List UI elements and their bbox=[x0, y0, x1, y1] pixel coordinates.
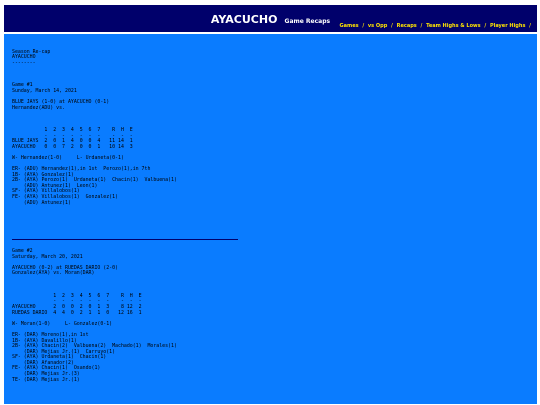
team-name: AYACUCHO bbox=[210, 13, 278, 26]
recap-text-game-2: Game #2 Saturday, March 20, 2021 AYACUCH… bbox=[12, 248, 177, 383]
nav-separator: / bbox=[420, 23, 423, 29]
nav-link-team-highs-lows[interactable]: Team Highs & Lows bbox=[426, 23, 481, 29]
nav-separator: / bbox=[391, 23, 393, 29]
nav-separator: / bbox=[529, 23, 531, 29]
nav-link-player-highs[interactable]: Player Highs bbox=[490, 23, 525, 29]
recap-text-game-1: Season Re-cap AYACUCHO -------- Game #1 … bbox=[12, 48, 177, 206]
page-name: Game Recaps bbox=[284, 18, 331, 25]
nav-separator: / bbox=[362, 23, 365, 29]
nav-separator: / bbox=[484, 23, 487, 29]
game-divider bbox=[12, 239, 238, 240]
nav-links: Games / vs Opp / Recaps / Team Highs & L… bbox=[340, 23, 534, 29]
recap-content[interactable]: Season Re-cap AYACUCHO -------- Game #1 … bbox=[4, 34, 537, 404]
header-bar: AYACUCHO Game Recaps Games / vs Opp / Re… bbox=[4, 5, 537, 32]
nav-link-games[interactable]: Games bbox=[340, 23, 359, 29]
nav-link-vs-opp[interactable]: vs Opp bbox=[368, 23, 387, 29]
page-frame: AYACUCHO Game Recaps Games / vs Opp / Re… bbox=[1, 1, 539, 404]
nav-link-recaps[interactable]: Recaps bbox=[397, 23, 417, 29]
